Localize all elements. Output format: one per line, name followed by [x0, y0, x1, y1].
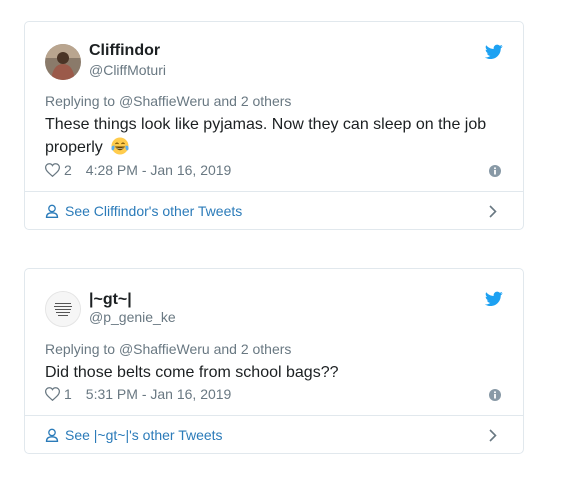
reply-context: Replying to @ShaffieWeru and 2 others: [45, 341, 291, 357]
info-icon[interactable]: [489, 389, 501, 401]
tweet-text: These things look like pyjamas. Now they…: [45, 113, 503, 159]
reply-prefix: Replying to: [45, 93, 116, 109]
reply-context: Replying to @ShaffieWeru and 2 others: [45, 93, 291, 109]
tweet-card: Cliffindor @CliffMoturi Replying to @Sha…: [24, 21, 524, 230]
display-name[interactable]: |~gt~|: [89, 291, 132, 309]
tweet-meta: 1 5:31 PM - Jan 16, 2019: [45, 386, 231, 402]
heart-icon[interactable]: [45, 163, 60, 177]
face-with-tears-of-joy-icon: [111, 137, 129, 155]
timestamp[interactable]: 4:28 PM - Jan 16, 2019: [86, 162, 232, 178]
twitter-bird-icon[interactable]: [485, 291, 503, 307]
twitter-bird-icon[interactable]: [485, 44, 503, 60]
reply-mentions[interactable]: @ShaffieWeru and 2 others: [119, 93, 291, 109]
user-handle[interactable]: @p_genie_ke: [89, 309, 176, 325]
see-other-tweets-link[interactable]: See Cliffindor's other Tweets: [45, 203, 242, 219]
reply-mentions[interactable]: @ShaffieWeru and 2 others: [119, 341, 291, 357]
tweet-card: |~gt~| @p_genie_ke Replying to @ShaffieW…: [24, 268, 524, 454]
tweet-text: Did those belts come from school bags??: [45, 364, 339, 381]
avatar[interactable]: [45, 44, 81, 80]
see-other-tweets-label[interactable]: See |~gt~|'s other Tweets: [65, 427, 223, 443]
reply-prefix: Replying to: [45, 341, 116, 357]
see-other-tweets-link[interactable]: See |~gt~|'s other Tweets: [45, 427, 223, 443]
divider: [25, 415, 523, 416]
avatar[interactable]: [45, 291, 81, 327]
heart-icon[interactable]: [45, 387, 60, 401]
timestamp[interactable]: 5:31 PM - Jan 16, 2019: [86, 386, 232, 402]
chevron-right-icon[interactable]: [489, 205, 497, 218]
tweet-meta: 2 4:28 PM - Jan 16, 2019: [45, 162, 231, 178]
see-other-tweets-label[interactable]: See Cliffindor's other Tweets: [65, 203, 242, 219]
user-handle[interactable]: @CliffMoturi: [89, 62, 166, 78]
info-icon[interactable]: [489, 165, 501, 177]
person-icon: [45, 428, 59, 442]
like-count[interactable]: 2: [64, 162, 72, 178]
divider: [25, 191, 523, 192]
person-icon: [45, 204, 59, 218]
display-name[interactable]: Cliffindor: [89, 42, 160, 60]
chevron-right-icon[interactable]: [489, 429, 497, 442]
like-count[interactable]: 1: [64, 386, 72, 402]
